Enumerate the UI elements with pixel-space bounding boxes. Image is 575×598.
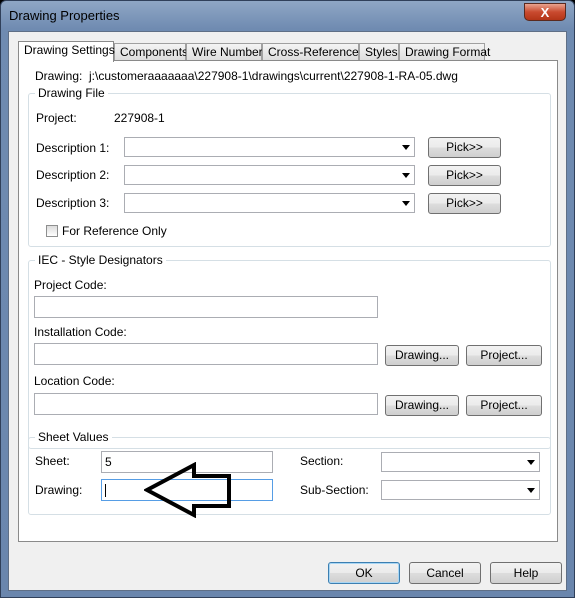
tab-cross-references[interactable]: Cross-References	[262, 43, 365, 61]
close-button[interactable]: X	[524, 3, 566, 21]
tab-drawing-settings[interactable]: Drawing Settings	[18, 41, 115, 62]
hollow-left-arrow-icon	[144, 462, 231, 518]
tab-drawing-format[interactable]: Drawing Format	[399, 43, 490, 61]
close-icon: X	[540, 5, 550, 20]
subsection-combo[interactable]	[381, 480, 540, 500]
tab-components[interactable]: Components	[114, 43, 188, 61]
project-label: Project:	[36, 111, 77, 125]
project-code-input[interactable]	[34, 296, 378, 318]
title-bar[interactable]: Drawing Properties X	[1, 1, 574, 31]
chevron-down-icon	[527, 460, 535, 465]
chevron-down-icon	[402, 145, 410, 150]
location-drawing-button[interactable]: Drawing...	[385, 395, 459, 416]
dialog-client: Drawing Settings Components Wire Numbers…	[8, 31, 567, 591]
pick-description-3-button[interactable]: Pick>>	[428, 193, 501, 214]
ok-button[interactable]: OK	[328, 562, 400, 584]
description-1-label: Description 1:	[36, 141, 110, 155]
dialog-window: Drawing Properties X Drawing Settings Co…	[0, 0, 575, 598]
tab-wire-numbers[interactable]: Wire Numbers	[186, 43, 269, 61]
reference-only-checkbox[interactable]	[46, 225, 58, 237]
chevron-down-icon	[402, 201, 410, 206]
project-code-label: Project Code:	[34, 278, 107, 292]
description-2-combo[interactable]	[124, 165, 415, 185]
sheet-values-title: Sheet Values	[35, 430, 112, 444]
iec-designators-group: IEC - Style Designators Project Code: In…	[28, 253, 551, 449]
installation-code-label: Installation Code:	[34, 325, 127, 339]
project-value: 227908-1	[114, 111, 165, 125]
drawing-path-value: j:\customeraaaaaaa\227908-1\drawings\cur…	[89, 69, 458, 83]
cancel-button[interactable]: Cancel	[409, 562, 481, 584]
description-1-combo[interactable]	[124, 137, 415, 157]
sheet-values-group: Sheet Values Sheet: 5 Drawing: Section: …	[28, 430, 551, 515]
subsection-label: Sub-Section:	[300, 483, 369, 497]
section-label: Section:	[300, 454, 344, 468]
description-3-label: Description 3:	[36, 196, 110, 210]
pick-description-2-button[interactable]: Pick>>	[428, 165, 501, 186]
description-3-combo[interactable]	[124, 193, 415, 213]
drawing-file-group: Drawing File Project: 227908-1 Descripti…	[28, 86, 551, 247]
description-2-label: Description 2:	[36, 168, 110, 182]
reference-only-label: For Reference Only	[62, 224, 167, 238]
location-code-input[interactable]	[34, 393, 378, 415]
installation-drawing-button[interactable]: Drawing...	[385, 345, 459, 366]
installation-project-button[interactable]: Project...	[466, 345, 542, 366]
tab-styles[interactable]: Styles	[359, 43, 399, 61]
window-title: Drawing Properties	[9, 8, 120, 23]
iec-designators-title: IEC - Style Designators	[35, 253, 166, 267]
chevron-down-icon	[402, 173, 410, 178]
pick-description-1-button[interactable]: Pick>>	[428, 137, 501, 158]
drawing-file-title: Drawing File	[35, 86, 108, 100]
text-caret	[105, 484, 106, 498]
sheet-drawing-label: Drawing:	[35, 483, 83, 497]
drawing-path-label: Drawing:	[35, 69, 83, 83]
location-code-label: Location Code:	[34, 374, 115, 388]
installation-code-input[interactable]	[34, 343, 378, 365]
help-button[interactable]: Help	[490, 562, 562, 584]
sheet-label: Sheet:	[35, 454, 70, 468]
location-project-button[interactable]: Project...	[466, 395, 542, 416]
section-combo[interactable]	[381, 452, 540, 472]
chevron-down-icon	[527, 488, 535, 493]
drawing-settings-panel: Drawing: j:\customeraaaaaaa\227908-1\dra…	[18, 60, 558, 542]
